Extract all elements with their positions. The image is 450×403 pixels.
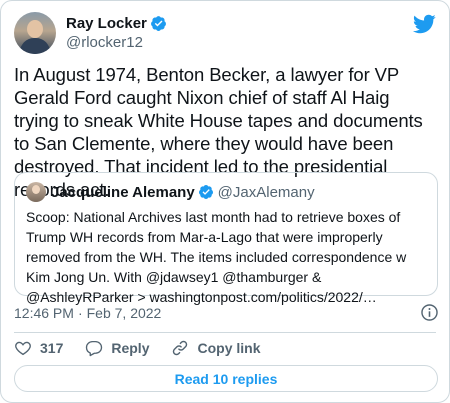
twitter-bird-icon[interactable] <box>412 12 436 36</box>
like-count: 317 <box>40 340 64 356</box>
info-icon[interactable] <box>420 303 439 322</box>
author-display-row: Ray Locker <box>66 14 167 33</box>
quoted-author-handle: @JaxAlemany <box>217 183 315 201</box>
author-avatar[interactable] <box>14 12 56 54</box>
reply-label: Reply <box>111 340 150 356</box>
copy-link-label: Copy link <box>197 340 261 356</box>
read-replies-button[interactable]: Read 10 replies <box>14 365 438 392</box>
tweet-time: 12:46 PM <box>14 305 74 321</box>
author-display-name[interactable]: Ray Locker <box>66 15 147 32</box>
author-names: Ray Locker @rlocker12 <box>66 14 167 51</box>
tweet-date: Feb 7, 2022 <box>86 305 162 321</box>
quoted-tweet-text: Scoop: National Archives last month had … <box>26 209 407 305</box>
like-button[interactable]: 317 <box>14 339 63 357</box>
reply-button[interactable]: Reply <box>85 339 149 357</box>
tweet-header: Ray Locker @rlocker12 <box>14 12 436 54</box>
quoted-tweet[interactable]: Jacqueline Alemany @JaxAlemany Scoop: Na… <box>14 172 438 305</box>
actions-divider <box>14 332 436 333</box>
quoted-author-display-name: Jacqueline Alemany <box>51 183 195 201</box>
link-icon <box>173 340 188 356</box>
copy-link-button[interactable]: Copy link <box>171 339 261 357</box>
quoted-author-avatar <box>26 182 46 202</box>
verified-badge-icon <box>198 185 213 199</box>
tweet-embed-card: Ray Locker @rlocker12 In August 1974, Be… <box>0 0 450 403</box>
reply-icon <box>86 340 103 357</box>
quoted-tweet-header: Jacqueline Alemany @JaxAlemany <box>26 182 315 202</box>
avatar-face <box>27 20 43 38</box>
author-handle[interactable]: @rlocker12 <box>66 34 167 51</box>
heart-icon <box>15 341 31 356</box>
tweet-actions: 317 Reply Copy link <box>14 338 283 358</box>
verified-badge-icon <box>150 16 166 31</box>
avatar-body <box>20 38 50 54</box>
timestamp-separator: · <box>77 305 83 321</box>
tweet-timestamp[interactable]: 12:46 PM · Feb 7, 2022 <box>14 303 439 323</box>
